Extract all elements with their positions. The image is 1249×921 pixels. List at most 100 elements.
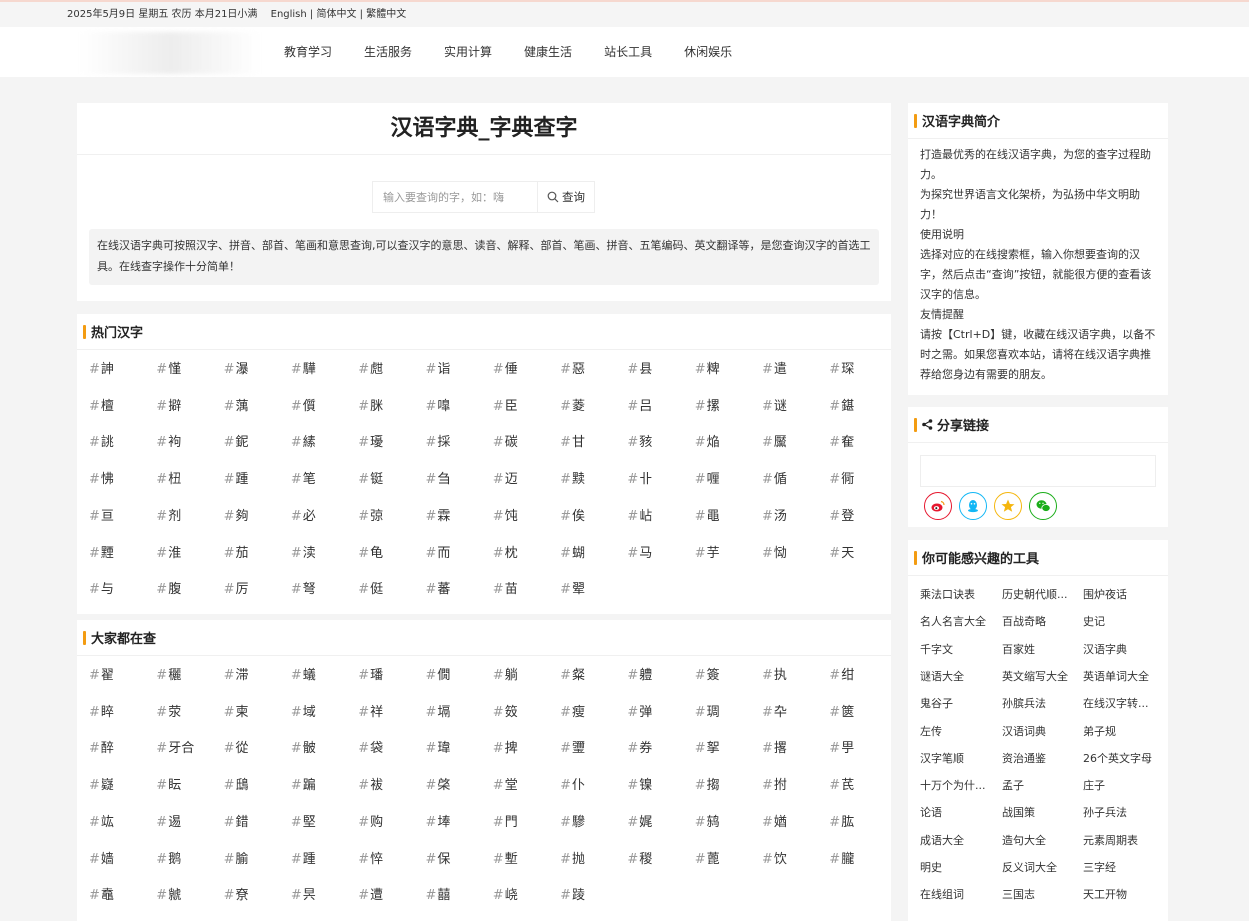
character-link[interactable]: #僩: [426, 664, 451, 683]
character-link[interactable]: #堅: [291, 811, 316, 830]
tool-link[interactable]: 三字经: [1083, 859, 1116, 875]
character-link[interactable]: #剂: [156, 505, 181, 524]
character-link[interactable]: #抛: [560, 848, 585, 867]
character-link[interactable]: #遭: [358, 884, 383, 903]
character-link[interactable]: #甼: [829, 737, 854, 756]
character-link[interactable]: #饨: [493, 505, 518, 524]
tool-link[interactable]: 造句大全: [1002, 832, 1046, 848]
character-link[interactable]: #弩: [291, 578, 316, 597]
tool-link[interactable]: 三国志: [1002, 886, 1035, 902]
character-link[interactable]: #而: [426, 542, 451, 561]
character-link[interactable]: #喱: [695, 468, 720, 487]
character-link[interactable]: #竑: [89, 811, 114, 830]
tool-link[interactable]: 天工开物: [1083, 886, 1127, 902]
character-link[interactable]: #鸫: [695, 811, 720, 830]
character-link[interactable]: #訷: [89, 358, 114, 377]
character-link[interactable]: #睟: [89, 701, 114, 720]
tool-link[interactable]: 汉语词典: [1002, 723, 1046, 739]
character-link[interactable]: #鴟: [224, 774, 249, 793]
character-link[interactable]: #踵: [224, 468, 249, 487]
tool-link[interactable]: 孙子兵法: [1083, 804, 1127, 820]
character-link[interactable]: #笔: [291, 468, 316, 487]
character-link[interactable]: #黩: [560, 468, 585, 487]
character-link[interactable]: #採: [426, 431, 451, 450]
tool-link[interactable]: 孙膑兵法: [1002, 695, 1046, 711]
character-link[interactable]: #柬: [224, 701, 249, 720]
character-link[interactable]: #仆: [560, 774, 585, 793]
character-link[interactable]: #渎: [291, 542, 316, 561]
character-link[interactable]: #虩: [156, 884, 181, 903]
tool-link[interactable]: 史记: [1083, 613, 1105, 629]
character-link[interactable]: #遣: [762, 358, 787, 377]
tool-link[interactable]: 左传: [920, 723, 942, 739]
character-link[interactable]: #购: [358, 811, 383, 830]
character-link[interactable]: #塹: [493, 848, 518, 867]
character-link[interactable]: #鹅: [156, 848, 181, 867]
tool-link[interactable]: 成语大全: [920, 832, 964, 848]
character-link[interactable]: #豥: [627, 431, 652, 450]
nav-item-life-services[interactable]: 生活服务: [348, 27, 428, 77]
character-link[interactable]: #腧: [224, 848, 249, 867]
character-link[interactable]: #倕: [493, 358, 518, 377]
character-link[interactable]: #霖: [426, 505, 451, 524]
character-link[interactable]: #执: [762, 664, 787, 683]
character-link[interactable]: #搊: [695, 774, 720, 793]
character-link[interactable]: #苗: [493, 578, 518, 597]
character-link[interactable]: #茄: [224, 542, 249, 561]
tool-link[interactable]: 在线组词: [920, 886, 964, 902]
tool-link[interactable]: 英语单词大全: [1083, 668, 1149, 684]
character-link[interactable]: #惡: [560, 358, 585, 377]
nav-item-education[interactable]: 教育学习: [268, 27, 348, 77]
character-link[interactable]: #腹: [156, 578, 181, 597]
character-link[interactable]: #袧: [156, 431, 181, 450]
tool-link[interactable]: 庄子: [1083, 777, 1105, 793]
weibo-share-button[interactable]: [924, 492, 952, 520]
character-link[interactable]: #黫: [89, 542, 114, 561]
character-link[interactable]: #岾: [627, 505, 652, 524]
character-link[interactable]: #滞: [224, 664, 249, 683]
character-link[interactable]: #尞: [224, 884, 249, 903]
nav-item-calculators[interactable]: 实用计算: [428, 27, 508, 77]
character-link[interactable]: #撂: [762, 737, 787, 756]
character-link[interactable]: #卆: [762, 701, 787, 720]
character-link[interactable]: #蝴: [560, 542, 585, 561]
character-link[interactable]: #祥: [358, 701, 383, 720]
character-link[interactable]: #挐: [695, 737, 720, 756]
character-link[interactable]: #袚: [358, 774, 383, 793]
tool-link[interactable]: 围炉夜话: [1083, 586, 1127, 602]
character-link[interactable]: #侹: [358, 578, 383, 597]
lang-simplified-link[interactable]: 简体中文: [316, 9, 356, 20]
character-link[interactable]: #汤: [762, 505, 787, 524]
character-link[interactable]: #袋: [358, 737, 383, 756]
character-link[interactable]: #淮: [156, 542, 181, 561]
character-link[interactable]: #黶: [762, 431, 787, 450]
character-link[interactable]: #朧: [829, 848, 854, 867]
character-link[interactable]: #黽: [695, 505, 720, 524]
character-link[interactable]: #錯: [224, 811, 249, 830]
character-link[interactable]: #峣: [493, 884, 518, 903]
character-link[interactable]: #龟: [358, 542, 383, 561]
character-link[interactable]: #枕: [493, 542, 518, 561]
character-link[interactable]: #蕃: [426, 578, 451, 597]
character-link[interactable]: #鼁: [89, 884, 114, 903]
character-link[interactable]: #杻: [156, 468, 181, 487]
character-link[interactable]: #躺: [493, 664, 518, 683]
share-link-field[interactable]: [920, 455, 1156, 487]
character-link[interactable]: #塥: [426, 701, 451, 720]
character-link[interactable]: #菱: [560, 395, 585, 414]
character-link[interactable]: #蟻: [291, 664, 316, 683]
character-link[interactable]: #夠: [224, 505, 249, 524]
character-link[interactable]: #与: [89, 578, 114, 597]
character-link[interactable]: #骳: [291, 737, 316, 756]
tool-link[interactable]: 乘法口诀表: [920, 586, 975, 602]
character-link[interactable]: #粺: [695, 358, 720, 377]
character-link[interactable]: #必: [291, 505, 316, 524]
character-link[interactable]: #慬: [156, 358, 181, 377]
character-link[interactable]: #天: [829, 542, 854, 561]
qq-share-button[interactable]: [959, 492, 987, 520]
character-link[interactable]: #擗: [156, 395, 181, 414]
character-link[interactable]: #儨: [291, 395, 316, 414]
character-link[interactable]: #驂: [560, 811, 585, 830]
character-link[interactable]: #篋: [829, 701, 854, 720]
nav-item-entertainment[interactable]: 休闲娱乐: [668, 27, 748, 77]
